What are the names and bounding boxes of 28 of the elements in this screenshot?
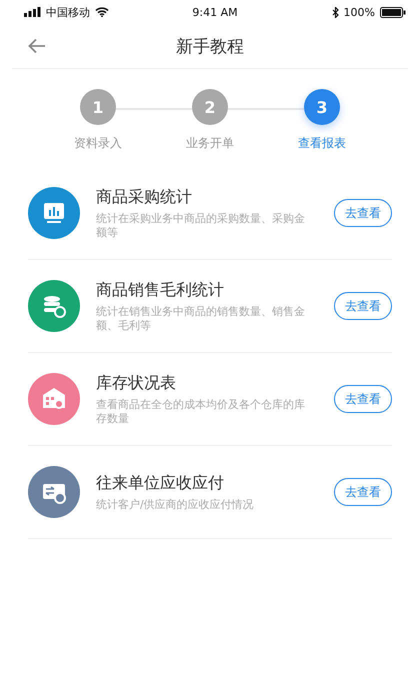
view-button[interactable]: 去查看	[334, 385, 392, 413]
signal-icon	[24, 7, 41, 17]
step-number[interactable]: 3	[304, 89, 340, 125]
bluetooth-icon	[332, 6, 339, 18]
report-title: 商品销售毛利统计	[96, 280, 225, 300]
view-button[interactable]: 去查看	[334, 478, 392, 506]
step-number[interactable]: 1	[80, 89, 116, 125]
step-number[interactable]: 2	[192, 89, 228, 125]
step-label[interactable]: 业务开单	[186, 135, 234, 152]
back-arrow-icon	[28, 38, 46, 54]
page-title: 新手教程	[176, 36, 244, 58]
report-description: 查看商品在全仓的成本均价及各个仓库的库存数量	[96, 398, 306, 426]
step-label[interactable]: 查看报表	[298, 135, 346, 152]
view-button[interactable]: 去查看	[334, 292, 392, 320]
report-description: 统计在销售业务中商品的销售数量、销售金额、毛利等	[96, 304, 306, 332]
carrier-name: 中国移动	[46, 4, 90, 20]
back-button[interactable]	[26, 36, 48, 56]
report-description: 统计在采购业务中商品的采购数量、采购金额等	[96, 212, 306, 240]
battery-percent: 100%	[344, 6, 375, 18]
report-description: 统计客户/供应商的应收应付情况	[96, 498, 255, 512]
status-time: 9:41 AM	[192, 6, 238, 18]
report-title: 往来单位应收应付	[96, 472, 225, 494]
battery-icon	[380, 6, 406, 18]
step-label[interactable]: 资料录入	[74, 135, 122, 152]
report-title: 库存状况表	[96, 372, 177, 394]
wifi-icon	[95, 7, 109, 17]
report-title: 商品采购统计	[96, 186, 193, 208]
view-button[interactable]: 去查看	[334, 199, 392, 227]
